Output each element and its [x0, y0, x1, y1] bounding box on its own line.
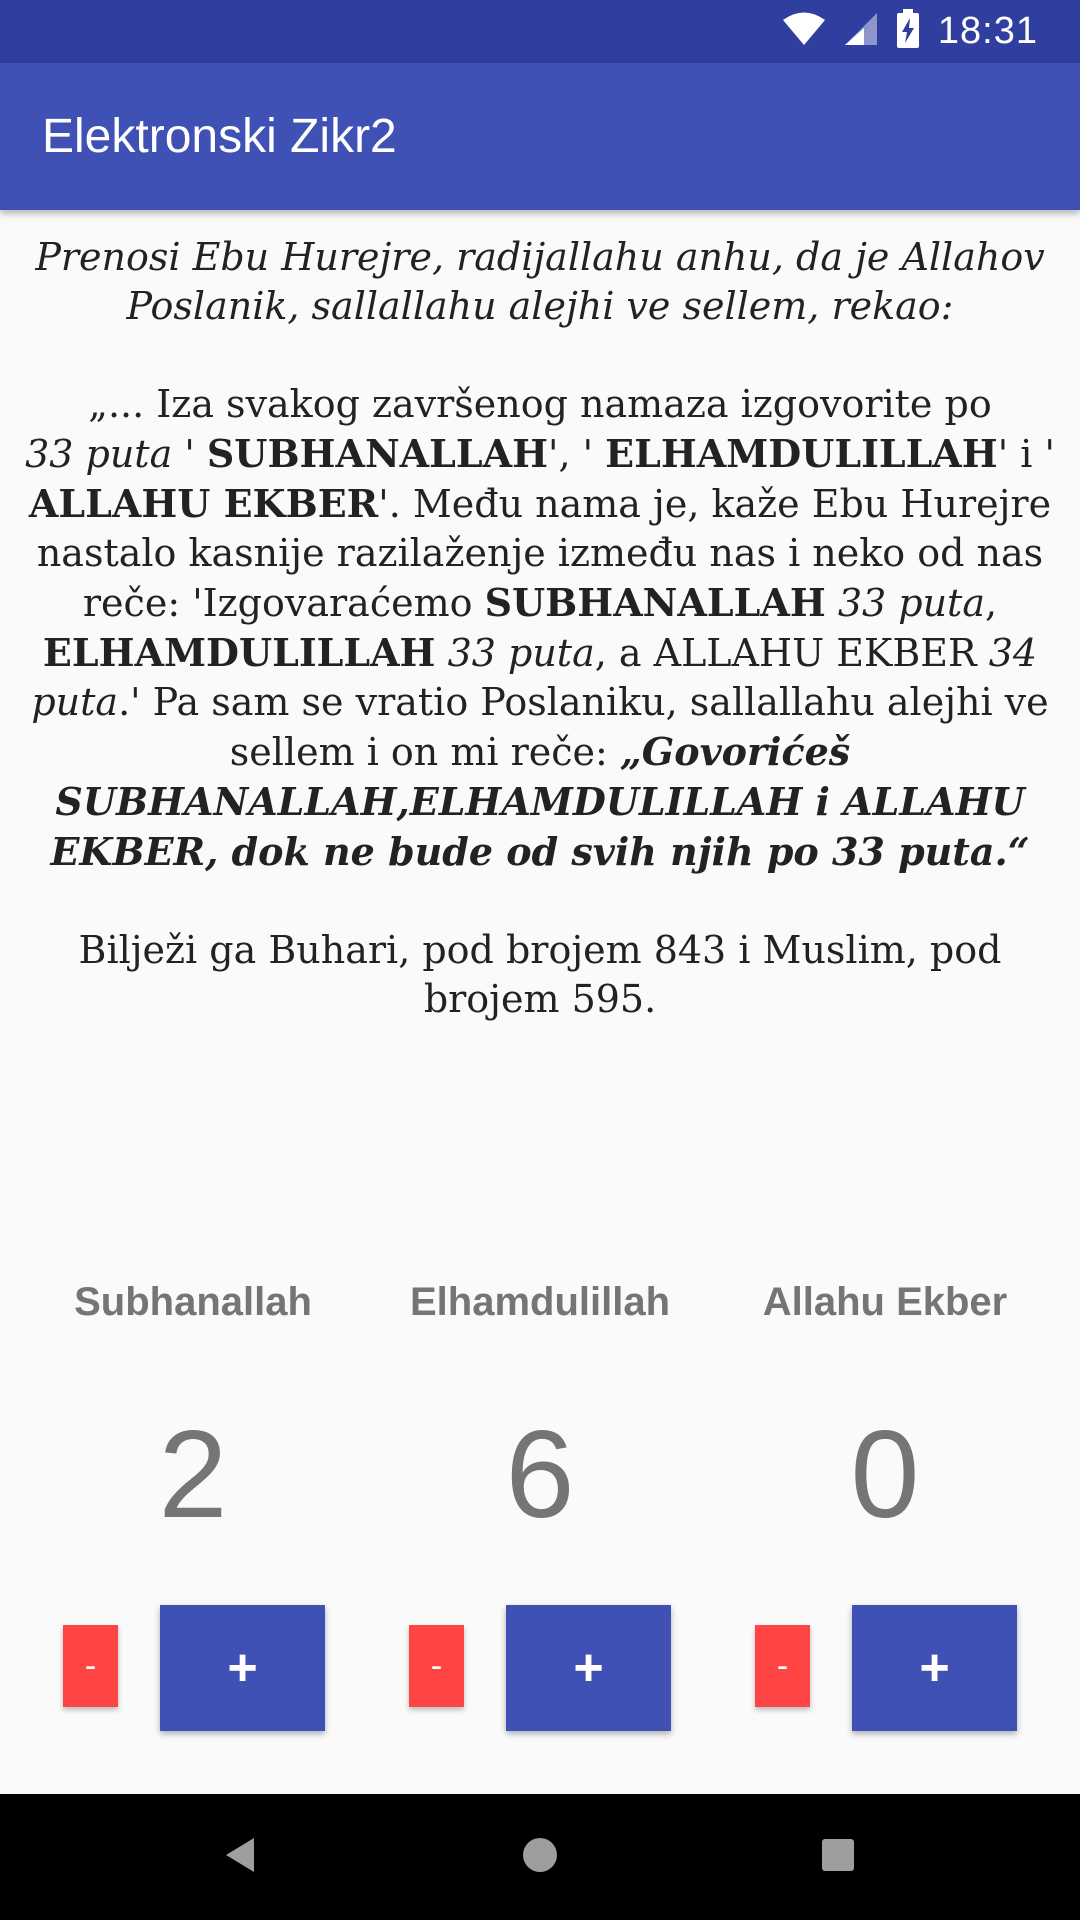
navigation-bar [0, 1794, 1080, 1920]
signal-icon [844, 11, 878, 52]
status-bar: 18:31 [0, 0, 1080, 63]
counter-elhamdulillah: Elhamdulillah 6 - + [360, 1270, 720, 1750]
battery-charging-icon [896, 9, 920, 54]
app-bar: Elektronski Zikr2 [0, 63, 1080, 210]
decrement-button[interactable]: - [409, 1625, 464, 1707]
hadith-text: Prenosi Ebu Hurejre, radijallahu anhu, d… [22, 233, 1058, 1024]
counter-value: 6 [505, 1406, 575, 1544]
back-icon [223, 1836, 257, 1879]
status-icons: 18:31 [782, 0, 1038, 63]
counter-label: Elhamdulillah [409, 1280, 671, 1324]
increment-button[interactable]: + [506, 1605, 671, 1731]
counter-label: Allahu Ekber [762, 1280, 1008, 1324]
recents-icon [821, 1838, 855, 1877]
counters: Subhanallah 2 - + Elhamdulillah 6 - + Al… [0, 1270, 1080, 1750]
hadith-intro: Prenosi Ebu Hurejre, radijallahu anhu, d… [35, 235, 1045, 328]
hadith-body: „... Iza svakog završenog namaza izgovor… [25, 382, 1055, 874]
home-icon [522, 1837, 558, 1878]
app-title: Elektronski Zikr2 [42, 110, 397, 163]
wifi-icon [782, 11, 826, 52]
back-button[interactable] [170, 1794, 310, 1920]
decrement-button[interactable]: - [63, 1625, 118, 1707]
counter-value: 2 [158, 1406, 228, 1544]
recents-button[interactable] [768, 1794, 908, 1920]
counter-label: Subhanallah [74, 1280, 312, 1324]
counter-subhanallah: Subhanallah 2 - + [13, 1270, 373, 1750]
decrement-button[interactable]: - [755, 1625, 810, 1707]
counter-allahu-ekber: Allahu Ekber 0 - + [705, 1270, 1065, 1750]
status-time: 18:31 [937, 10, 1038, 52]
home-button[interactable] [470, 1794, 610, 1920]
increment-button[interactable]: + [852, 1605, 1017, 1731]
increment-button[interactable]: + [160, 1605, 325, 1731]
hadith-source: Bilježi ga Buhari, pod brojem 843 i Musl… [78, 928, 1002, 1021]
counter-value: 0 [850, 1406, 920, 1544]
